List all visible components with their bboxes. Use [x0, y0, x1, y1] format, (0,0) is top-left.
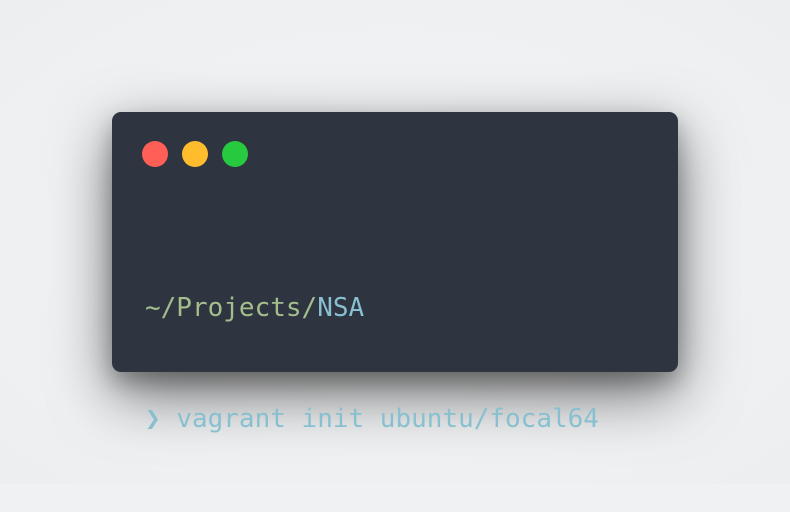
cwd-line: ~/Projects/NSA — [145, 290, 658, 327]
close-button[interactable] — [142, 141, 168, 167]
cwd-path-dir: NSA — [317, 293, 365, 323]
window-controls — [142, 141, 248, 167]
terminal-output[interactable]: ~/Projects/NSA ❯ vagrant init ubuntu/foc… — [145, 216, 658, 512]
cwd-path-prefix: ~/Projects/ — [145, 293, 318, 323]
zoom-button[interactable] — [222, 141, 248, 167]
minimize-button[interactable] — [182, 141, 208, 167]
terminal-window: ~/Projects/NSA ❯ vagrant init ubuntu/foc… — [112, 112, 678, 434]
command-text: vagrant init ubuntu/focal64 — [176, 404, 599, 434]
prompt-chevron-icon: ❯ — [145, 404, 161, 434]
command-line: ❯ vagrant init ubuntu/focal64 — [145, 401, 658, 438]
